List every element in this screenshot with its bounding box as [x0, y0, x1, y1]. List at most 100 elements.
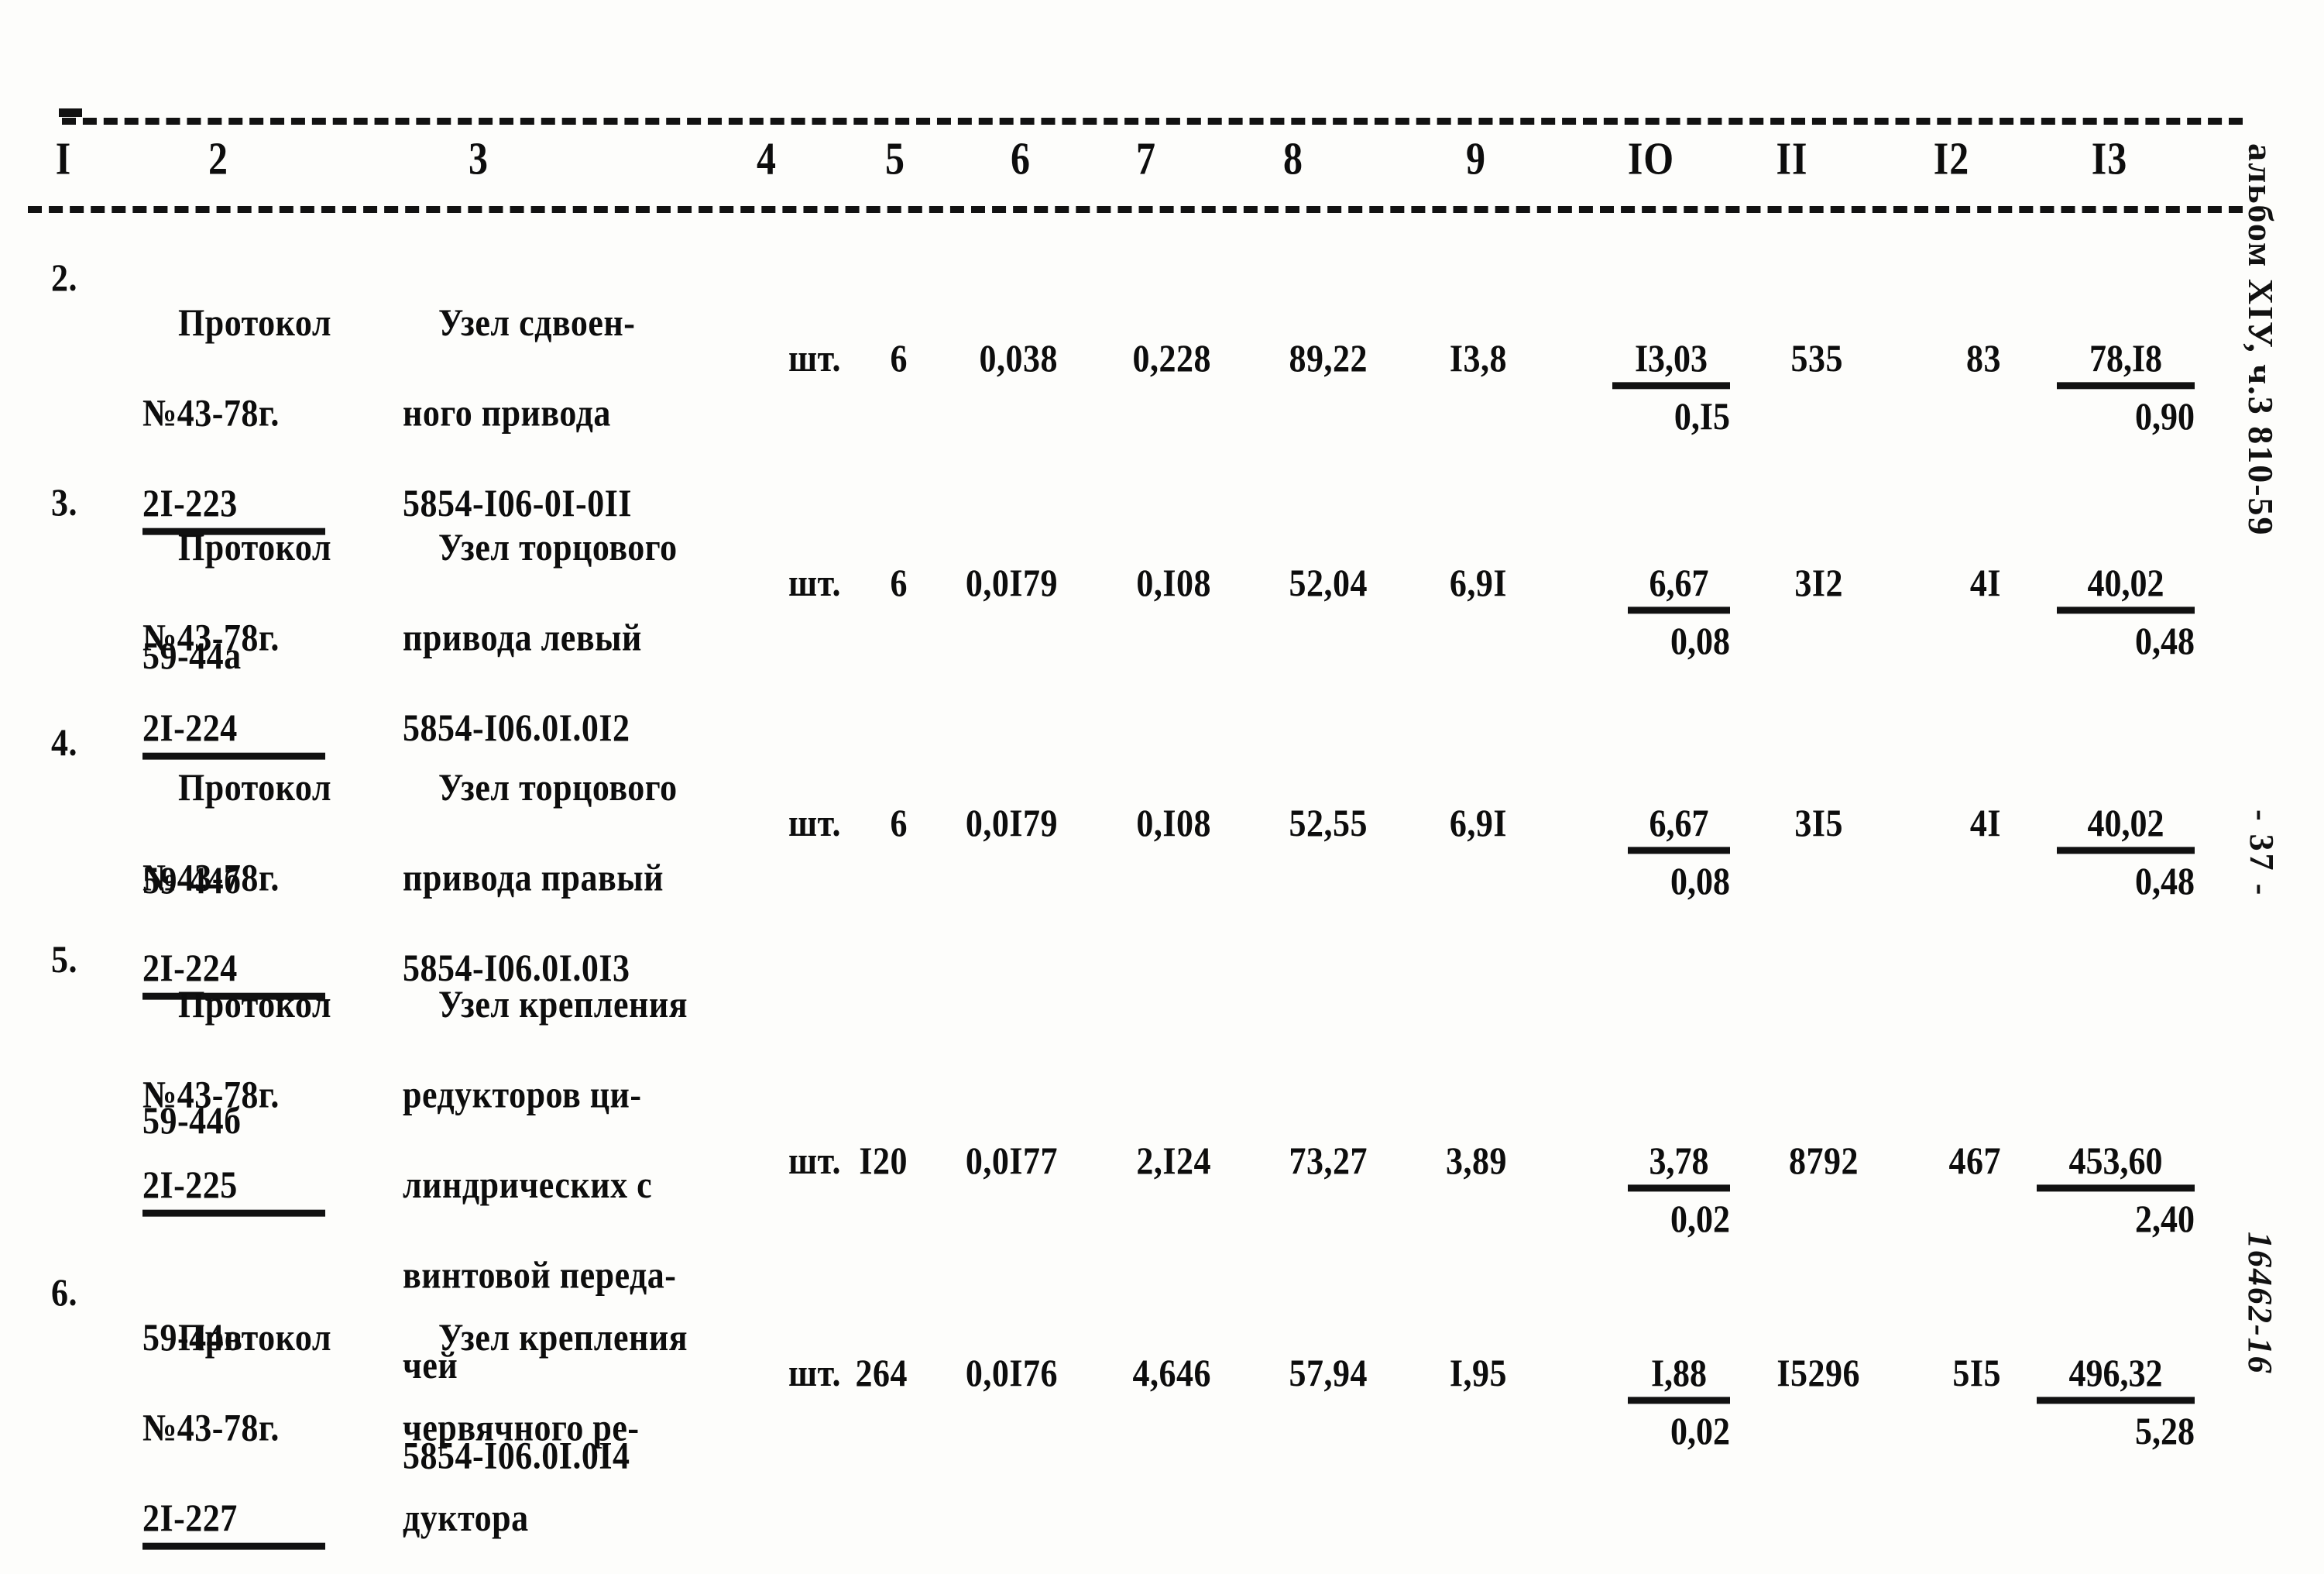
- col10-fraction: 6,67 0,08: [1628, 801, 1730, 904]
- col10-denominator: 0,08: [1670, 860, 1730, 903]
- item-name-line: привода правый: [403, 856, 664, 899]
- item-name-line: дуктора: [403, 1497, 529, 1540]
- col10-numerator: 6,67: [1628, 801, 1730, 854]
- header-top-dashed-rule: [62, 118, 2243, 125]
- col5-value: I20: [859, 1139, 908, 1182]
- table-row: 3.: [51, 481, 77, 524]
- column-header-6: 6: [1011, 132, 1031, 184]
- col13-fraction: 40,02 0,48: [2057, 561, 2195, 664]
- col13-numerator: 40,02: [2057, 561, 2195, 614]
- col10-denominator: 0,08: [1670, 620, 1730, 663]
- col12-value: 83: [1966, 337, 2001, 380]
- col7-value: 2,I24: [1136, 1139, 1211, 1182]
- column-header-10: IO: [1627, 132, 1675, 184]
- col13-denominator: 0,90: [2135, 395, 2195, 438]
- col5-value: 6: [890, 562, 908, 604]
- protocol-line-underlined: 2I-225: [142, 1163, 325, 1217]
- col11-value: I5296: [1776, 1352, 1860, 1394]
- protocol-line: Протокол: [178, 1316, 332, 1359]
- column-header-7: 7: [1136, 132, 1156, 184]
- item-name-line: Узел торцового: [438, 526, 678, 569]
- col10-numerator: 6,67: [1628, 561, 1730, 614]
- protocol-line: №43-78г.: [142, 616, 280, 659]
- col11-value: 535: [1790, 337, 1843, 380]
- table-row: 4.: [51, 721, 77, 764]
- protocol-line: №43-78г.: [142, 1406, 280, 1449]
- col13-numerator: 40,02: [2057, 801, 2195, 854]
- col10-numerator: I3,03: [1612, 336, 1730, 390]
- col12-value: 467: [1948, 1139, 2001, 1182]
- item-name-line: ного привода: [403, 391, 611, 435]
- col5-value: 6: [890, 802, 908, 844]
- archive-stamp-margin-text: 16462-16: [2241, 1232, 2279, 1375]
- col8-value: 57,94: [1289, 1352, 1368, 1394]
- col13-fraction: 40,02 0,48: [2057, 801, 2195, 904]
- col11-value: 3I5: [1794, 802, 1843, 844]
- col7-value: 4,646: [1132, 1352, 1211, 1394]
- column-header-9: 9: [1466, 132, 1486, 184]
- col9-value: I,95: [1449, 1352, 1507, 1394]
- album-reference-margin-text: альбом XIУ, ч.3 810-59: [2241, 143, 2281, 537]
- table-row: 6.: [51, 1271, 77, 1314]
- column-header-11: II: [1776, 132, 1808, 184]
- col6-value: 0,0I77: [965, 1139, 1058, 1182]
- unit-cell: шт.: [788, 562, 841, 604]
- col13-fraction: 453,60 2,40: [2037, 1139, 2195, 1242]
- table-row: 5.: [51, 938, 77, 981]
- col13-denominator: 0,48: [2135, 860, 2195, 903]
- item-name-line: Узел сдвоен-: [438, 301, 636, 345]
- col10-fraction: I,88 0,02: [1628, 1351, 1730, 1454]
- column-header-1: I: [55, 132, 72, 184]
- unit-cell: шт.: [788, 337, 841, 380]
- col13-fraction: 496,32 5,28: [2037, 1351, 2195, 1454]
- protocol-line: №43-78г.: [142, 1073, 280, 1116]
- col9-value: 6,9I: [1449, 562, 1507, 604]
- header-bottom-dashed-rule: [28, 206, 2243, 213]
- column-header-2: 2: [208, 132, 228, 184]
- protocol-line: Протокол: [178, 766, 332, 809]
- protocol-line-underlined: 2I-227: [142, 1496, 325, 1550]
- col7-value: 0,I08: [1136, 562, 1211, 604]
- header-corner-tick: [59, 108, 82, 117]
- protocol-line: Протокол: [178, 526, 332, 569]
- item-name-line: Узел крепления: [438, 1316, 688, 1359]
- col9-value: 3,89: [1446, 1139, 1507, 1182]
- item-name-line: Узел крепления: [438, 983, 688, 1026]
- col12-value: 5I5: [1952, 1352, 2001, 1394]
- col13-denominator: 5,28: [2135, 1410, 2195, 1453]
- item-name-line: Узел торцового: [438, 766, 678, 809]
- column-header-4: 4: [757, 132, 777, 184]
- col10-denominator: 0,I5: [1673, 395, 1730, 438]
- col13-denominator: 0,48: [2135, 620, 2195, 663]
- col8-value: 52,04: [1289, 562, 1368, 604]
- protocol-line: Протокол: [178, 983, 332, 1026]
- col9-value: 6,9I: [1449, 802, 1507, 844]
- col6-value: 0,0I79: [965, 802, 1058, 844]
- col10-numerator: I,88: [1628, 1351, 1730, 1404]
- col12-value: 4I: [1969, 802, 2001, 844]
- col10-denominator: 0,02: [1670, 1198, 1730, 1241]
- column-header-5: 5: [885, 132, 905, 184]
- col5-value: 264: [855, 1352, 908, 1394]
- col7-value: 0,I08: [1136, 802, 1211, 844]
- col8-value: 73,27: [1289, 1139, 1368, 1182]
- col13-fraction: 78,I8 0,90: [2057, 336, 2195, 439]
- col13-numerator: 78,I8: [2057, 336, 2195, 390]
- col6-value: 0,038: [979, 337, 1058, 380]
- unit-cell: шт.: [788, 802, 841, 844]
- col5-value: 6: [890, 337, 908, 380]
- item-name-line: редукторов ци-: [403, 1073, 642, 1116]
- column-header-12: I2: [1933, 132, 1970, 184]
- col13-numerator: 496,32: [2037, 1351, 2195, 1404]
- column-header-3: 3: [469, 132, 489, 184]
- col11-value: 3I2: [1794, 562, 1843, 604]
- item-name-line: червячного ре-: [403, 1406, 640, 1449]
- col10-fraction: 3,78 0,02: [1628, 1139, 1730, 1242]
- column-header-13: I3: [2091, 132, 2128, 184]
- col6-value: 0,0I79: [965, 562, 1058, 604]
- protocol-line: Протокол: [178, 301, 332, 345]
- protocol-line: №43-78г.: [142, 391, 280, 435]
- item-name-line: привода левый: [403, 616, 642, 659]
- col11-value: 8792: [1789, 1139, 1859, 1182]
- col7-value: 0,228: [1132, 337, 1211, 380]
